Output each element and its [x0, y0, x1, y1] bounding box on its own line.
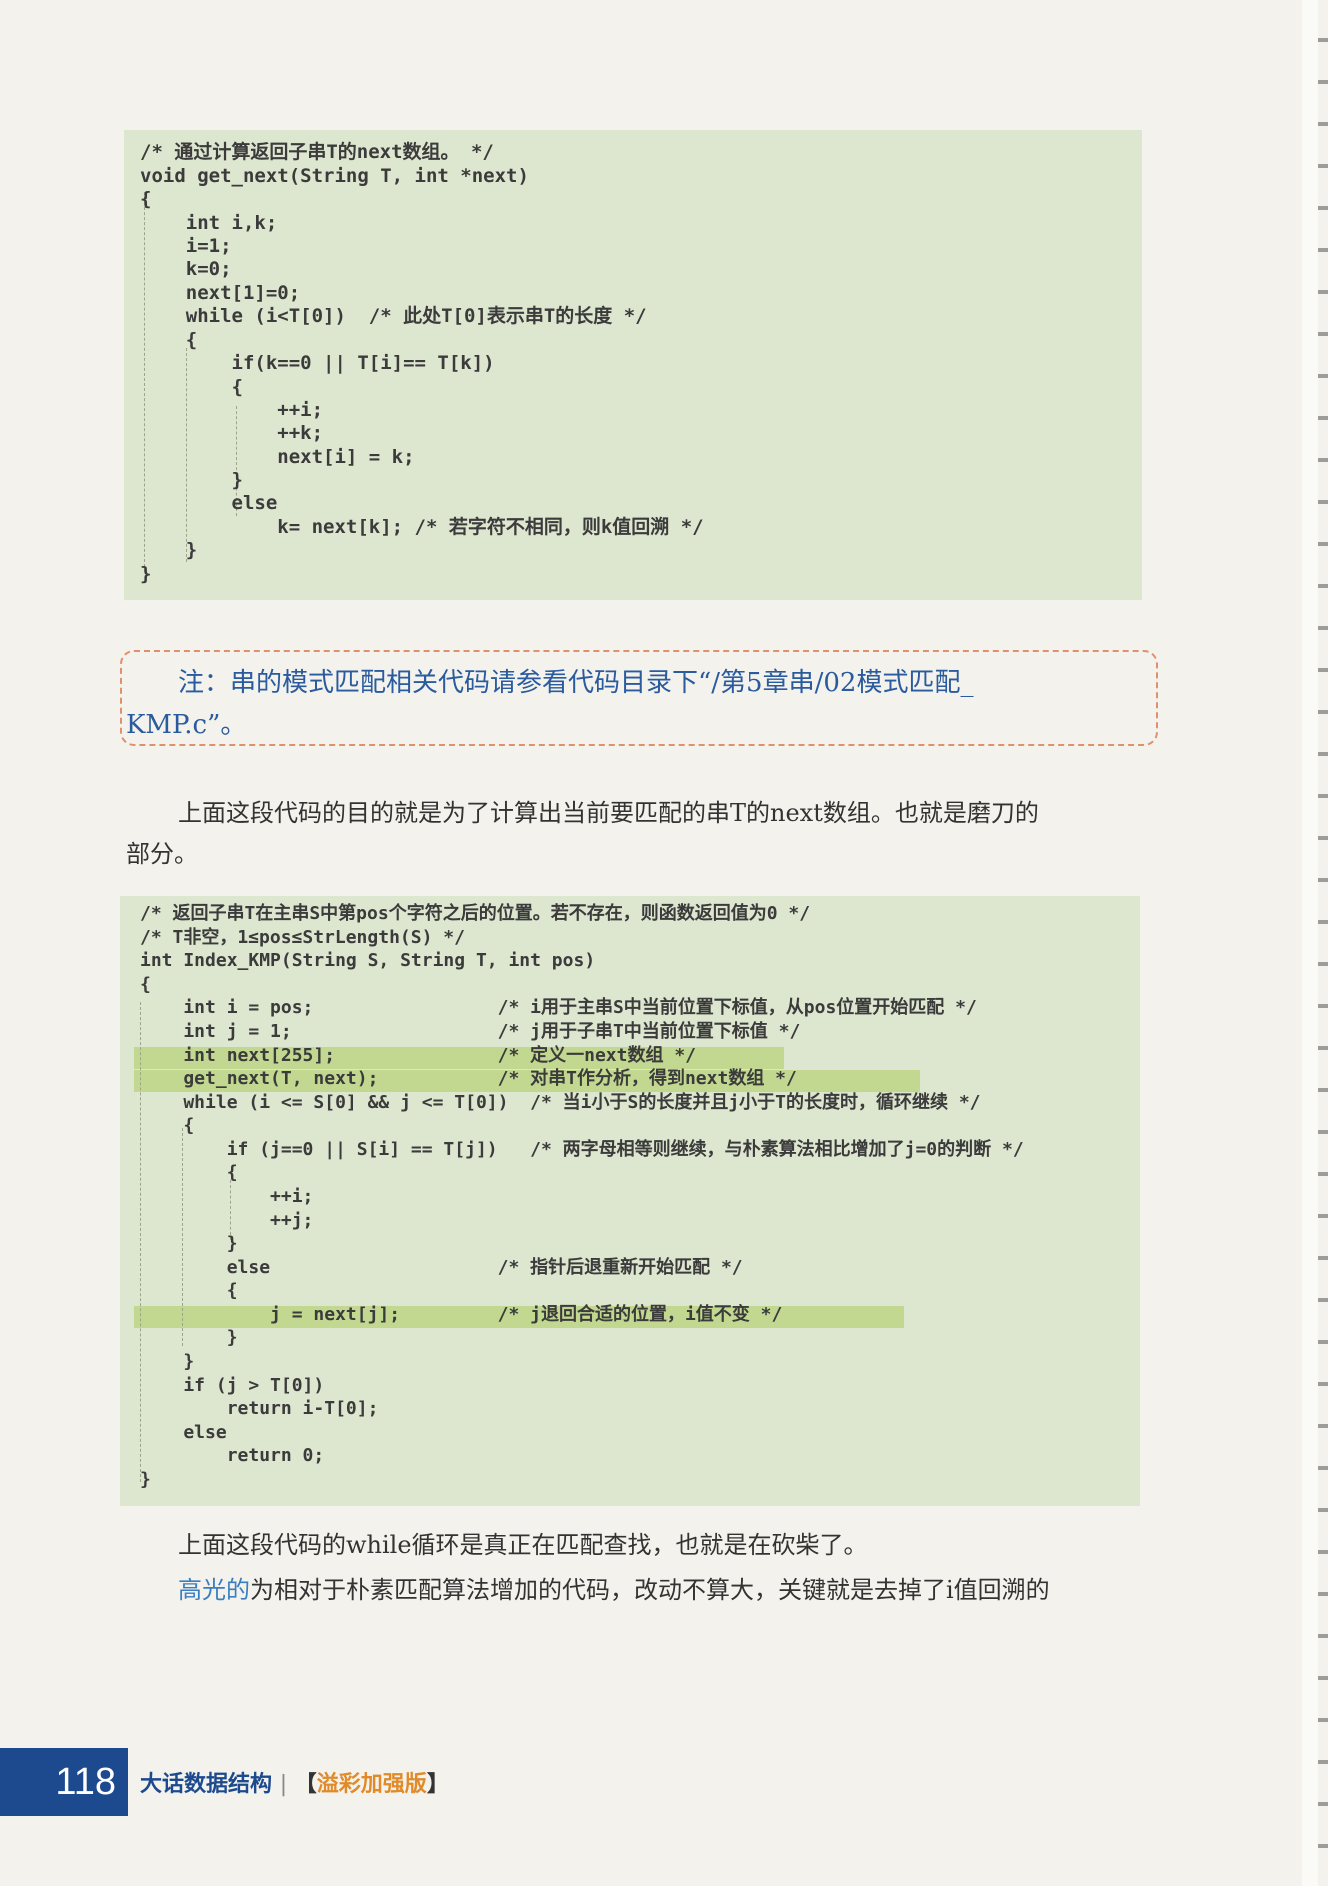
code-line: {: [140, 1115, 195, 1136]
body-text-line: 上面这段代码的目的就是为了计算出当前要匹配的串T的next数组。也就是磨刀的: [178, 799, 1039, 827]
highlight-phrase: 高光的: [178, 1576, 250, 1604]
code-line: if(k==0 || T[i]== T[k]): [140, 352, 495, 374]
book-title: 大话数据结构: [140, 1772, 273, 1797]
body-text: 为相对于朴素匹配算法增加的代码，改动不算大，关键就是去掉了i值回溯的: [250, 1576, 1050, 1604]
bracket-open: 【: [294, 1772, 317, 1797]
code-line: }: [140, 539, 198, 561]
code-line: j = next[j]; /* j退回合适的位置，i值不变 */: [140, 1304, 783, 1325]
footer-separator: |: [279, 1772, 288, 1797]
body-text-line: 上面这段代码的while循环是真正在匹配查找，也就是在砍柴了。: [178, 1531, 868, 1559]
code-line: }: [140, 1327, 238, 1348]
code-line: if (j > T[0]): [140, 1375, 325, 1396]
code-line: k= next[k]; /* 若字符不相同，则k值回溯 */: [140, 516, 704, 538]
code-line: else /* 指针后退重新开始匹配 */: [140, 1257, 743, 1278]
code-line: int j = 1; /* j用于子串T中当前位置下标值 */: [140, 1021, 801, 1042]
code-line: {: [140, 188, 152, 210]
code-line: ++i;: [140, 1186, 314, 1207]
code-line: }: [140, 469, 243, 491]
code-line: if (j==0 || S[i] == T[j]) /* 两字母相等则继续，与朴…: [140, 1139, 1024, 1160]
code-block-index-kmp: /* 返回子串T在主串S中第pos个字符之后的位置。若不存在，则函数返回值为0 …: [120, 896, 1140, 1506]
code-line: i=1;: [140, 235, 232, 257]
code-line: }: [140, 1233, 238, 1254]
code-line: else: [140, 492, 278, 514]
code-line: }: [140, 1351, 195, 1372]
code-line: }: [140, 1469, 151, 1490]
code-line: else: [140, 1422, 227, 1443]
edition-label: 溢彩加强版: [316, 1772, 427, 1797]
code-line: int i,k;: [140, 212, 278, 234]
body-text-line: 部分。: [126, 840, 198, 868]
code-line: {: [140, 1162, 238, 1183]
code-line: /* T非空，1≤pos≤StrLength(S) */: [140, 927, 465, 948]
code-line: int i = pos; /* i用于主串S中当前位置下标值，从pos位置开始匹…: [140, 997, 977, 1018]
code-line: {: [140, 1280, 238, 1301]
note-line-1: 注：串的模式匹配相关代码请参看代码目录下“/第5章串/02模式匹配_: [178, 668, 974, 698]
body-text-line: 高光的为相对于朴素匹配算法增加的代码，改动不算大，关键就是去掉了i值回溯的: [178, 1570, 1050, 1605]
page-edge: [1302, 0, 1318, 1886]
code-line: next[i] = k;: [140, 446, 415, 468]
code-line: k=0;: [140, 258, 232, 280]
code-line: void get_next(String T, int *next): [140, 165, 529, 187]
code-line: /* 返回子串T在主串S中第pos个字符之后的位置。若不存在，则函数返回值为0 …: [140, 903, 811, 924]
code-line: /* 通过计算返回子串T的next数组。 */: [140, 141, 494, 163]
code-line: get_next(T, next); /* 对串T作分析，得到next数组 */: [140, 1068, 797, 1089]
code-line: ++j;: [140, 1210, 314, 1231]
code-line: {: [140, 376, 243, 398]
code-block-get-next: /* 通过计算返回子串T的next数组。 */ void get_next(St…: [124, 130, 1142, 600]
code-line: {: [140, 329, 198, 351]
code-line: int Index_KMP(String S, String T, int po…: [140, 950, 596, 971]
running-footer: 大话数据结构 | 【溢彩加强版】: [140, 1766, 449, 1798]
code-line: ++i;: [140, 399, 324, 421]
code-line: }: [140, 563, 152, 585]
page-number: 118: [0, 1748, 128, 1816]
code-line: next[1]=0;: [140, 282, 301, 304]
code-line: while (i <= S[0] && j <= T[0]) /* 当i小于S的…: [140, 1092, 981, 1113]
code-line: int next[255]; /* 定义一next数组 */: [140, 1045, 696, 1066]
note-line-2: KMP.c”。: [126, 710, 247, 740]
code-line: while (i<T[0]) /* 此处T[0]表示串T的长度 */: [140, 305, 647, 327]
code-line: return 0;: [140, 1445, 325, 1466]
code-line: {: [140, 974, 151, 995]
code-line: ++k;: [140, 422, 324, 444]
page-edge-marks: [1318, 0, 1328, 1886]
bracket-close: 】: [426, 1772, 449, 1797]
code-line: return i-T[0];: [140, 1398, 379, 1419]
